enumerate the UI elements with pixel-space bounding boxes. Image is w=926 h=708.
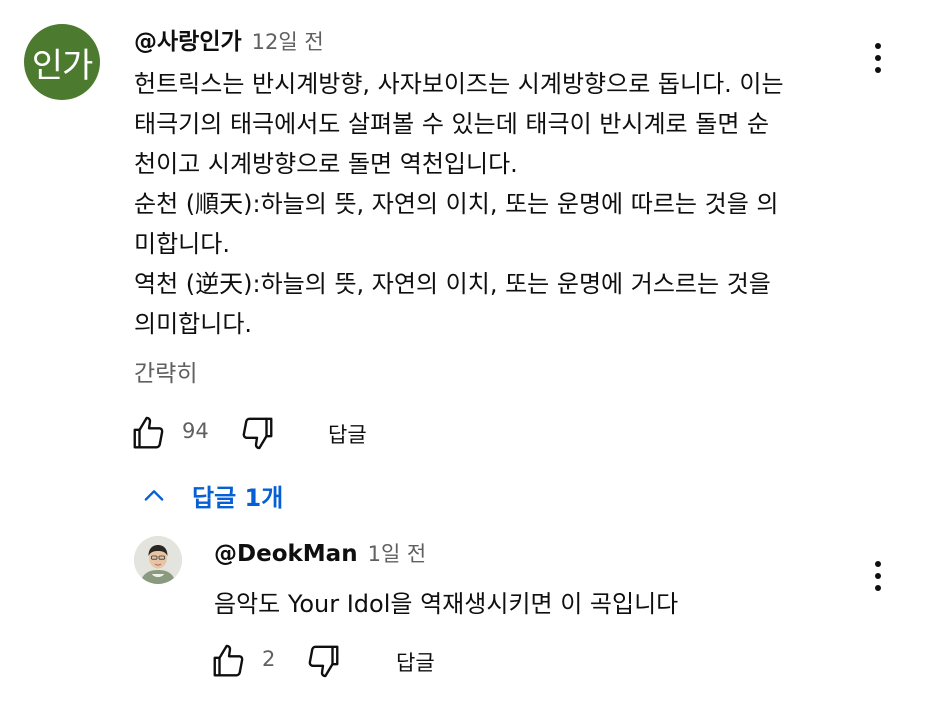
comment-time[interactable]: 12일 전 bbox=[252, 26, 324, 56]
avatar[interactable]: 인가 bbox=[24, 24, 100, 100]
reply-text: 음악도 Your Idol을 역재생시키면 이 곡입니다 bbox=[214, 590, 679, 618]
replies-toggle[interactable]: 답글 1개 bbox=[140, 478, 283, 513]
like-count: 94 bbox=[182, 419, 209, 443]
thumbs-down-icon bbox=[242, 417, 273, 450]
comment-line: 미합니다. bbox=[134, 230, 230, 258]
comment-line: 순천 (順天):하늘의 뜻, 자연의 이치, 또는 운명에 따르는 것을 의 bbox=[134, 190, 779, 218]
reply-button[interactable]: 답글 bbox=[328, 419, 367, 449]
thumbs-down-icon bbox=[308, 645, 339, 678]
thumbs-up-icon bbox=[133, 416, 164, 449]
comment-line: 역천 (逆天):하늘의 뜻, 자연의 이치, 또는 운명에 거스르는 것을 bbox=[134, 270, 771, 298]
replies-count-label: 답글 1개 bbox=[192, 484, 284, 512]
comment-line: 헌트릭스는 반시계방향, 사자보이즈는 시계방향으로 돕니다. 이는 bbox=[134, 70, 784, 98]
dislike-button[interactable] bbox=[238, 414, 276, 452]
comment-line: 천이고 시계방향으로 돌면 역천입니다. bbox=[134, 150, 518, 178]
like-button[interactable] bbox=[130, 414, 168, 452]
reply-like-button[interactable] bbox=[210, 642, 248, 680]
avatar-initials: 인가 bbox=[31, 45, 94, 86]
chevron-up-icon bbox=[144, 489, 164, 501]
reply-header: @DeokMan 1일 전 bbox=[214, 538, 426, 568]
reply-author[interactable]: @DeokMan bbox=[214, 541, 358, 567]
user-photo-icon bbox=[134, 536, 182, 584]
reply-time[interactable]: 1일 전 bbox=[368, 538, 427, 568]
collapse-button[interactable]: 간략히 bbox=[134, 354, 197, 388]
reply-like-count: 2 bbox=[262, 647, 276, 671]
comment-text: 헌트릭스는 반시계방향, 사자보이즈는 시계방향으로 돕니다. 이는 태극기의 … bbox=[134, 64, 874, 344]
more-vert-icon[interactable] bbox=[868, 556, 888, 596]
thumbs-up-icon bbox=[213, 644, 244, 677]
comment-header: @사랑인가 12일 전 bbox=[134, 22, 324, 56]
reply-avatar[interactable] bbox=[134, 536, 182, 584]
comment-line: 의미합니다. bbox=[134, 310, 253, 338]
reply-reply-button[interactable]: 답글 bbox=[396, 647, 435, 677]
comment-line: 태극기의 태극에서도 살펴볼 수 있는데 태극이 반시계로 돌면 순 bbox=[134, 110, 770, 138]
reply-dislike-button[interactable] bbox=[304, 642, 342, 680]
comment-author[interactable]: @사랑인가 bbox=[134, 22, 242, 56]
